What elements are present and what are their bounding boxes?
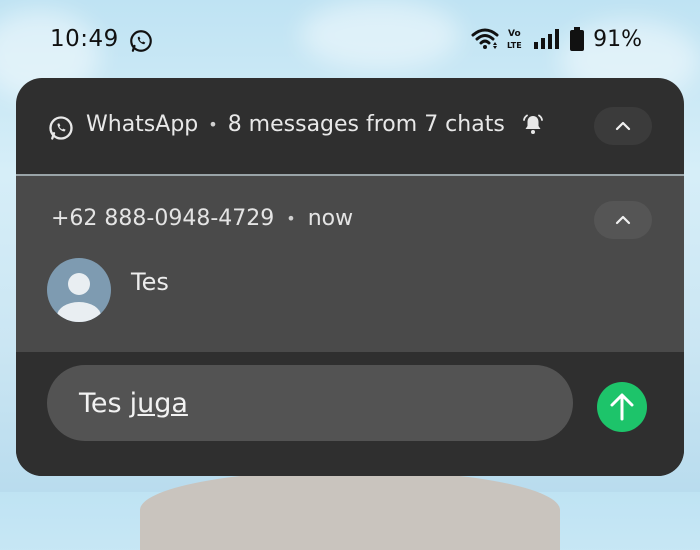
- avatar: [47, 258, 111, 322]
- separator-dot: •: [208, 115, 218, 134]
- status-bar: 10:49 Vo LTE 91%: [0, 0, 700, 80]
- reply-area: Tes juga: [16, 352, 684, 476]
- conversation-notification[interactable]: +62 888-0948-4729 • now Tes: [16, 176, 684, 352]
- bell-alert-icon: [522, 114, 543, 134]
- reply-input[interactable]: Tes juga: [47, 365, 573, 441]
- clock: 10:49: [50, 26, 119, 52]
- message-text: Tes: [131, 268, 169, 296]
- chevron-up-icon: [615, 215, 631, 225]
- wallpaper-photo: [140, 470, 560, 550]
- signal-icon: [534, 29, 560, 49]
- message-time: now: [307, 206, 354, 231]
- notification-summary: 8 messages from 7 chats: [227, 112, 505, 137]
- svg-text:LTE: LTE: [507, 41, 522, 50]
- separator-dot: •: [286, 209, 296, 228]
- battery-percent: 91%: [593, 26, 642, 52]
- sender-number: +62 888-0948-4729: [51, 206, 275, 231]
- notification-card[interactable]: WhatsApp • 8 messages from 7 chats +62 8…: [16, 78, 684, 476]
- collapse-group-button[interactable]: [594, 107, 652, 145]
- reply-text-suggestion: juga: [129, 387, 188, 419]
- status-icons: Vo LTE 91%: [471, 26, 642, 52]
- volte-icon: Vo LTE: [507, 29, 522, 50]
- reply-text: Tes: [79, 387, 122, 419]
- arrow-up-icon: [610, 393, 634, 421]
- collapse-conversation-button[interactable]: [594, 201, 652, 239]
- battery-icon: [570, 27, 585, 51]
- chevron-up-icon: [615, 121, 631, 131]
- whatsapp-icon: [49, 116, 73, 140]
- svg-text:Vo: Vo: [508, 29, 521, 39]
- person-icon: [57, 273, 101, 322]
- app-name: WhatsApp: [86, 112, 199, 137]
- notification-header[interactable]: WhatsApp • 8 messages from 7 chats: [16, 78, 684, 176]
- notification-header-text: WhatsApp • 8 messages from 7 chats: [86, 112, 545, 137]
- sender-row: +62 888-0948-4729 • now: [51, 206, 353, 231]
- whatsapp-icon: [130, 30, 152, 52]
- send-button[interactable]: [597, 382, 647, 432]
- wifi-icon: [471, 28, 499, 49]
